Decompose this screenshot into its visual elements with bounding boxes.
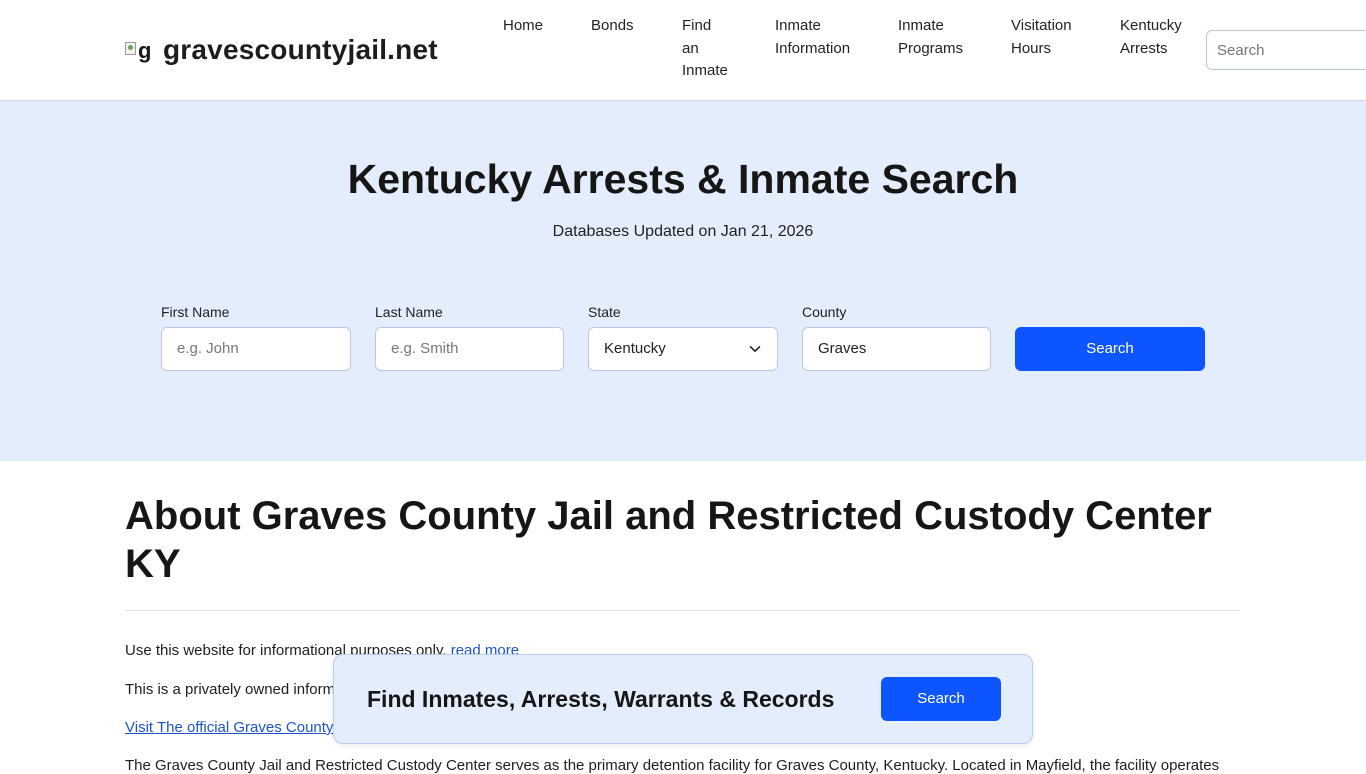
first-name-input[interactable]: e.g. John <box>161 327 351 371</box>
site-name: gravescountyjail.net <box>163 34 438 65</box>
official-site-link[interactable]: Visit The official Graves County <box>125 719 333 736</box>
state-select[interactable]: Kentucky <box>588 327 778 371</box>
nav-home[interactable]: Home <box>503 15 553 38</box>
county-input[interactable]: Graves <box>802 327 991 371</box>
facility-description-text: The Graves County Jail and Restricted Cu… <box>125 757 1220 774</box>
official-site-paragraph: Visit The official Graves County <box>125 719 333 736</box>
chevron-down-icon <box>749 346 761 352</box>
divider <box>125 610 1240 611</box>
private-ownership-text: This is a privately owned inform <box>125 681 336 698</box>
site-header: g gravescountyjail.net Home Bonds Find a… <box>0 0 1366 101</box>
database-updated-text: Databases Updated on Jan 21, 2026 <box>552 223 814 240</box>
hero-title: Kentucky Arrests & Inmate Search <box>347 156 1019 202</box>
nav-visitation-hours[interactable]: Visitation Hours <box>1011 15 1081 60</box>
logo-image-icon: g <box>125 36 156 64</box>
nav-kentucky-arrests[interactable]: Kentucky Arrests <box>1120 15 1190 60</box>
nav-bonds[interactable]: Bonds <box>591 15 641 38</box>
state-select-value: Kentucky <box>604 340 666 357</box>
last-name-label: Last Name <box>375 304 443 320</box>
floating-search-button[interactable]: Search <box>881 677 1001 721</box>
county-label: County <box>802 304 847 320</box>
nav-inmate-programs[interactable]: Inmate Programs <box>898 15 970 60</box>
header-search-input[interactable] <box>1206 30 1366 70</box>
state-label: State <box>588 304 621 320</box>
site-brand-link[interactable]: g gravescountyjail.net <box>125 30 438 70</box>
nav-inmate-information[interactable]: Inmate Information <box>775 15 863 60</box>
floating-bar-text: Find Inmates, Arrests, Warrants & Record… <box>367 686 835 712</box>
last-name-input[interactable]: e.g. Smith <box>375 327 564 371</box>
about-title: About Graves County Jail and Restricted … <box>125 494 1212 586</box>
nav-find-inmate[interactable]: Find an Inmate <box>682 15 730 83</box>
hero-search-button[interactable]: Search <box>1015 327 1205 371</box>
floating-search-bar: Find Inmates, Arrests, Warrants & Record… <box>333 654 1033 744</box>
first-name-label: First Name <box>161 304 230 320</box>
hero-search-section: Kentucky Arrests & Inmate Search Databas… <box>0 101 1366 461</box>
